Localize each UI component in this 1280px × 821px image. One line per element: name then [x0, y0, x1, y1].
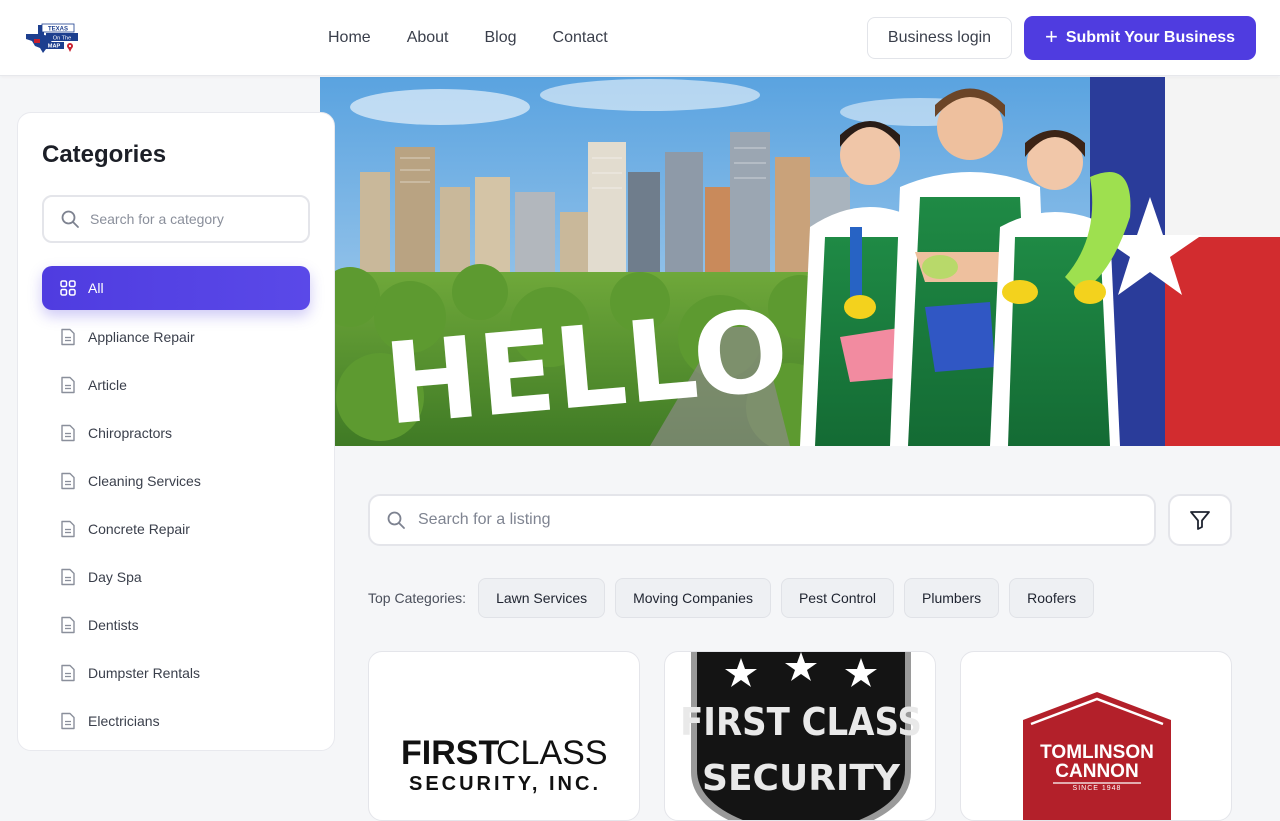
chip-plumbers[interactable]: Plumbers [904, 578, 1000, 618]
nav-contact[interactable]: Contact [535, 29, 626, 47]
document-icon [61, 424, 75, 442]
hero-banner: HELLO [320, 77, 1280, 446]
category-search-box[interactable] [42, 195, 310, 243]
category-item-label: Day Spa [88, 569, 142, 585]
category-item[interactable]: Chiropractors [42, 409, 310, 457]
chip-roofers[interactable]: Roofers [1009, 578, 1095, 618]
nav-blog[interactable]: Blog [467, 29, 535, 47]
category-item[interactable]: Concrete Repair [42, 505, 310, 553]
logo-line3: MAP [48, 44, 61, 50]
logo-security: SECURITY [702, 758, 901, 799]
logo-line2: On The [53, 35, 72, 41]
document-icon [61, 472, 75, 490]
logo-first: FIRST [401, 734, 499, 772]
logo-since: SINCE 1948 [1073, 785, 1122, 792]
plus-icon: + [1044, 24, 1058, 49]
listing-logo: FIRST CLASS SECURITY [680, 652, 922, 820]
document-icon [61, 616, 75, 634]
listing-search-input[interactable] [418, 511, 1018, 529]
chip-pest-control[interactable]: Pest Control [780, 578, 894, 618]
document-icon [61, 520, 75, 538]
listing-logo: FIRST CLASS SECURITY, INC. [401, 734, 608, 795]
logo-cannon: CANNON [1055, 761, 1138, 782]
category-list: Appliance Repair Article Chiropractors C… [42, 313, 310, 745]
category-item-label: Article [88, 377, 127, 393]
category-item[interactable]: Dentists [42, 601, 310, 649]
listing-search-box[interactable] [368, 494, 1156, 546]
sidebar-title: Categories [42, 141, 167, 168]
main-nav: Home About Blog Contact [310, 0, 626, 76]
category-all-label: All [88, 280, 104, 296]
top-categories: Top Categories: Lawn Services Moving Com… [368, 578, 1095, 618]
grid-icon [60, 280, 76, 296]
submit-business-label: Submit Your Business [1065, 29, 1236, 46]
logo-first-class: FIRST CLASS [680, 700, 922, 744]
category-item-label: Chiropractors [88, 425, 173, 441]
category-item[interactable]: Electricians [42, 697, 310, 745]
logo-line1: TEXAS [48, 26, 68, 32]
document-icon [61, 664, 75, 682]
logo-class: CLASS [496, 734, 608, 772]
category-item-label: Dentists [88, 617, 139, 633]
filter-button[interactable] [1168, 494, 1232, 546]
site-header: TEXAS On The MAP Home About Blog Contact… [0, 0, 1280, 76]
chip-lawn-services[interactable]: Lawn Services [478, 578, 606, 618]
category-item-label: Cleaning Services [88, 473, 201, 489]
search-icon [387, 511, 405, 529]
category-item[interactable]: Appliance Repair [42, 313, 310, 361]
document-icon [61, 376, 75, 394]
search-icon [61, 210, 79, 228]
nav-home[interactable]: Home [310, 29, 389, 47]
logo-tomlinson: TOMLINSON [1040, 742, 1154, 763]
category-item-label: Appliance Repair [88, 329, 195, 345]
business-login-button[interactable]: Business login [867, 17, 1012, 59]
listing-card[interactable]: FIRST CLASS SECURITY [664, 651, 936, 821]
document-icon [61, 712, 75, 730]
category-item[interactable]: Article [42, 361, 310, 409]
category-item-label: Dumpster Rentals [88, 665, 201, 681]
category-item-label: Electricians [88, 713, 160, 729]
submit-business-button[interactable]: + Submit Your Business [1024, 16, 1256, 60]
document-icon [61, 568, 75, 586]
categories-sidebar: Categories All Appliance Repair Article … [17, 112, 335, 751]
listing-card[interactable]: TOMLINSON CANNON SINCE 1948 [960, 651, 1232, 821]
category-item[interactable]: Day Spa [42, 553, 310, 601]
category-all[interactable]: All [42, 266, 310, 310]
listing-card[interactable]: FIRST CLASS SECURITY, INC. [368, 651, 640, 821]
logo-security-inc: SECURITY, INC. [409, 773, 601, 795]
site-logo[interactable]: TEXAS On The MAP [24, 22, 80, 54]
hero-image: HELLO [320, 77, 1280, 446]
chip-moving-companies[interactable]: Moving Companies [615, 578, 771, 618]
category-item-label: Concrete Repair [88, 521, 190, 537]
category-item[interactable]: Cleaning Services [42, 457, 310, 505]
category-search-input[interactable] [90, 211, 290, 227]
filter-icon [1190, 511, 1210, 530]
document-icon [61, 328, 75, 346]
nav-about[interactable]: About [389, 29, 467, 47]
top-categories-label: Top Categories: [368, 590, 467, 606]
category-item[interactable]: Dumpster Rentals [42, 649, 310, 697]
listing-logo: TOMLINSON CANNON SINCE 1948 [1023, 692, 1171, 820]
